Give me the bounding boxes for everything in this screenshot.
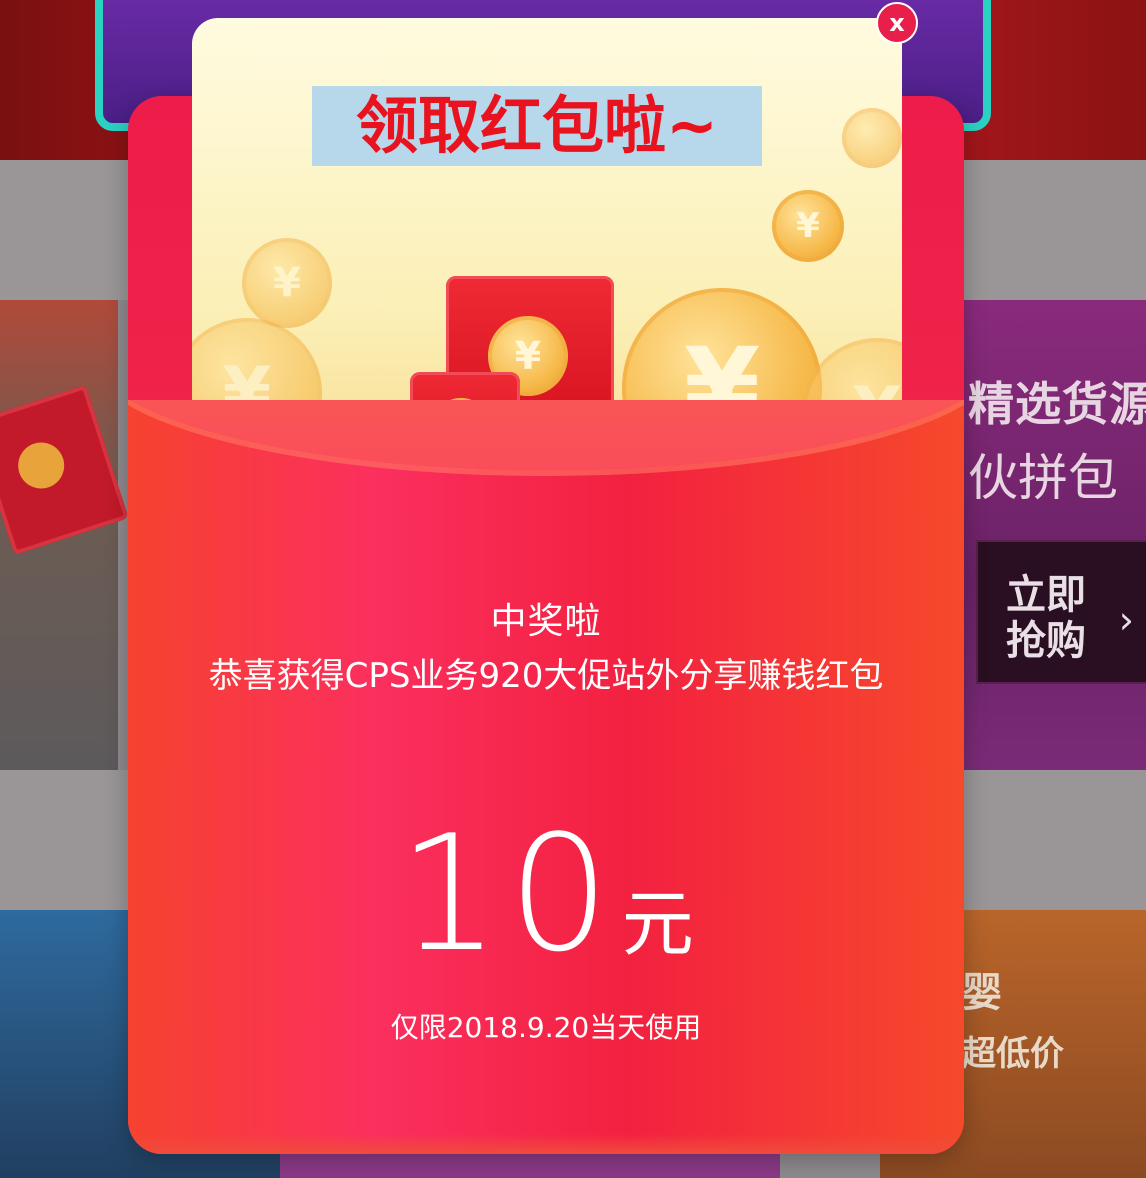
page-title: 领取红包啦~	[312, 86, 762, 166]
product-card-lower-right-subtitle: 超低价	[962, 1034, 1064, 1074]
coin-icon: ¥	[242, 238, 332, 328]
envelope-pocket-lip	[128, 400, 964, 470]
envelope-pocket-edge	[128, 1134, 964, 1154]
prize-amount-value: 10	[398, 800, 618, 987]
prize-amount: 10元	[128, 800, 964, 987]
validity-note: 仅限2018.9.20当天使用	[390, 1011, 702, 1044]
close-icon[interactable]: x	[876, 2, 918, 44]
win-subtitle: 恭喜获得CPS业务920大促站外分享赚钱红包	[208, 656, 884, 696]
product-card-right-title: 精选货源	[968, 377, 1146, 431]
buy-now-button[interactable]: 立即抢购 ›	[976, 540, 1146, 684]
chevron-right-icon: ›	[1118, 598, 1134, 642]
win-title: 中奖啦	[490, 601, 602, 642]
product-card-right-subtitle: 伙拼包	[968, 449, 1118, 507]
coin-icon	[842, 108, 902, 168]
prize-amount-unit: 元	[621, 882, 694, 966]
coin-icon: ¥	[772, 190, 844, 262]
buy-now-label: 立即抢购	[1006, 572, 1086, 664]
product-card-lower-right-title: 婴	[962, 970, 1002, 1016]
